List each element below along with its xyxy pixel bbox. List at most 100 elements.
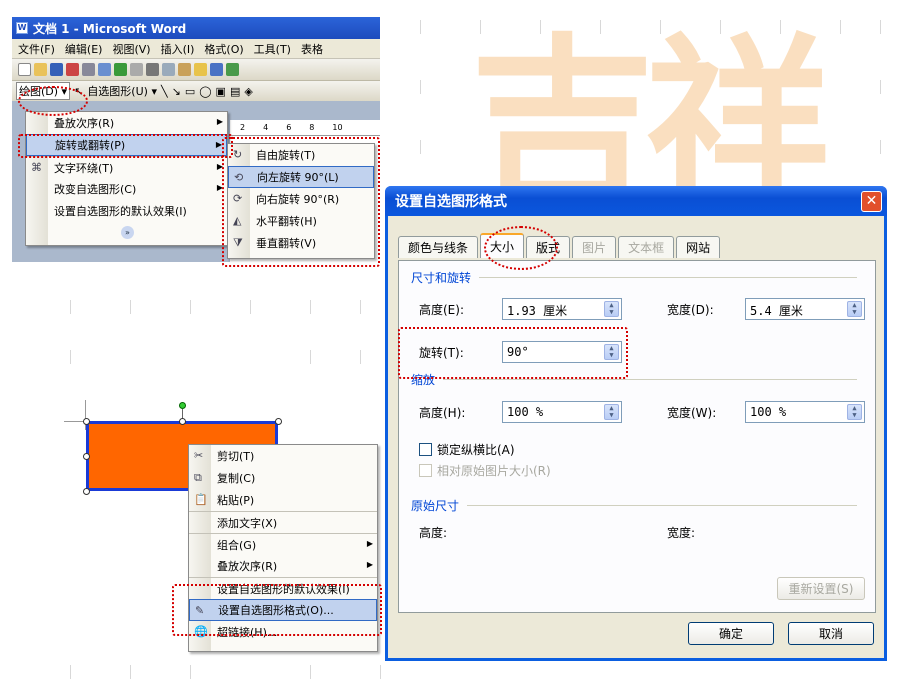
grid-tick (360, 300, 361, 314)
ok-button[interactable]: 确定 (688, 622, 774, 645)
menu-item-rotate-left[interactable]: ⟲ 向左旋转 90°(L) (228, 166, 374, 188)
menu-item-flip-vertical[interactable]: ⧩ 垂直翻转(V) (228, 232, 374, 254)
rotation-handle[interactable] (179, 402, 186, 409)
print-icon[interactable] (82, 63, 95, 76)
close-icon[interactable]: ✕ (861, 191, 882, 212)
permission-icon[interactable] (66, 63, 79, 76)
research-icon[interactable] (130, 63, 143, 76)
tab-size[interactable]: 大小 (480, 233, 525, 258)
save-icon[interactable] (50, 63, 63, 76)
selection-handle[interactable] (83, 418, 90, 425)
expand-chevron-icon[interactable]: » (121, 226, 134, 239)
word-title: 文档 1 - Microsoft Word (33, 21, 187, 36)
menu-file[interactable]: 文件(F) (18, 41, 55, 57)
selection-handle[interactable] (275, 418, 282, 425)
ruler-mark: 2 (240, 123, 246, 132)
redo-icon[interactable] (226, 63, 239, 76)
menu-item-hyperlink[interactable]: 🌐 超链接(H)... (189, 621, 377, 643)
new-icon[interactable] (18, 63, 31, 76)
scale-width-field[interactable]: 100 % ▲ ▼ (745, 401, 865, 423)
menu-item-flip-horizontal[interactable]: ◭ 水平翻转(H) (228, 210, 374, 232)
menu-item-label: 设置自选图形的默认效果(I) (217, 582, 350, 596)
spinner-icon[interactable]: ▲ ▼ (604, 404, 619, 420)
menu-format[interactable]: 格式(O) (204, 41, 243, 57)
format-painter-icon[interactable] (194, 63, 207, 76)
menu-item-label: 叠放次序(R) (54, 117, 115, 130)
ruler-mark: 8 (309, 123, 315, 132)
lock-ratio-checkbox[interactable]: 锁定纵横比(A) (419, 441, 515, 458)
menu-edit[interactable]: 编辑(E) (65, 41, 103, 57)
grid-tick (310, 665, 311, 679)
spinner-icon[interactable]: ▲ ▼ (604, 301, 619, 317)
undo-icon[interactable] (210, 63, 223, 76)
line-icon[interactable]: ╲ (161, 85, 168, 98)
grid-tick (360, 350, 361, 364)
autoshapes-button[interactable]: 自选图形(U) ▾ (87, 83, 157, 99)
open-icon[interactable] (34, 63, 47, 76)
grid-tick (310, 300, 311, 314)
menu-item-cut[interactable]: ✂ 剪切(T) (189, 445, 377, 467)
tab-layout[interactable]: 版式 (526, 236, 571, 258)
menu-item-paste[interactable]: 📋 粘贴(P) (189, 489, 377, 511)
menu-item-label: 垂直翻转(V) (256, 237, 317, 250)
copy-icon[interactable] (162, 63, 175, 76)
menu-item-change-shape[interactable]: 改变自选图形(C) ▶ (26, 178, 227, 200)
ruler-mark: 6 (286, 123, 292, 132)
spinner-icon[interactable]: ▲ ▼ (847, 301, 862, 317)
selection-handle[interactable] (83, 453, 90, 460)
menu-view[interactable]: 视图(V) (112, 41, 150, 57)
width-field[interactable]: 5.4 厘米 ▲ ▼ (745, 298, 865, 320)
clipboard-icon: 📋 (194, 493, 208, 506)
cancel-button[interactable]: 取消 (788, 622, 874, 645)
preview-icon[interactable] (98, 63, 111, 76)
diagram-icon[interactable]: ◈ (244, 85, 252, 98)
menu-item-order[interactable]: 叠放次序(R) ▶ (189, 555, 377, 577)
select-arrow-icon[interactable]: ↖ (74, 85, 83, 98)
menu-item-set-default[interactable]: 设置自选图形的默认效果(I) (26, 200, 227, 222)
menu-item-rotate-flip[interactable]: 旋转或翻转(P) ▶ (26, 134, 227, 156)
menu-item-label: 超链接(H)... (217, 626, 278, 639)
selection-handle[interactable] (83, 488, 90, 495)
rotate-field[interactable]: 90° ▲ ▼ (502, 341, 622, 363)
arrow-icon[interactable]: ↘ (172, 85, 181, 98)
rotate-value: 90° (507, 345, 529, 359)
menu-item-text-wrap[interactable]: ⌘ 文字环绕(T) ▶ (26, 156, 227, 178)
menu-item-add-text[interactable]: 添加文字(X) (189, 511, 377, 533)
word-titlebar: W 文档 1 - Microsoft Word (12, 17, 380, 39)
tab-colors-lines[interactable]: 颜色与线条 (398, 236, 479, 258)
scale-height-field[interactable]: 100 % ▲ ▼ (502, 401, 622, 423)
submenu-arrow-icon: ▶ (366, 560, 373, 569)
paste-icon[interactable] (178, 63, 191, 76)
spinner-icon[interactable]: ▲ ▼ (604, 344, 619, 360)
menu-item-format-shape[interactable]: ✎ 设置自选图形格式(O)... (189, 599, 377, 621)
menu-insert[interactable]: 插入(I) (161, 41, 195, 57)
menu-item-free-rotate[interactable]: ↻ 自由旋转(T) (228, 144, 374, 166)
menu-item-copy[interactable]: ⧉ 复制(C) (189, 467, 377, 489)
draw-button[interactable]: 绘图(D) ▾ (16, 82, 71, 100)
rotate-right-icon: ⟳ (233, 192, 243, 205)
spinner-icon[interactable]: ▲ ▼ (847, 404, 862, 420)
grid-tick (190, 665, 191, 679)
oval-icon[interactable]: ◯ (199, 85, 211, 98)
grid-tick (720, 20, 721, 34)
selection-handle[interactable] (179, 418, 186, 425)
tab-web[interactable]: 网站 (676, 236, 721, 258)
picture-icon[interactable]: ▤ (230, 85, 240, 98)
cut-icon[interactable] (146, 63, 159, 76)
menu-table[interactable]: 表格 (301, 41, 323, 57)
menu-item-set-default[interactable]: 设置自选图形的默认效果(I) (189, 577, 377, 599)
checkbox-box[interactable] (419, 443, 432, 456)
height-field[interactable]: 1.93 厘米 ▲ ▼ (502, 298, 622, 320)
rotate-left-icon: ⟲ (234, 171, 244, 184)
rectangle-icon[interactable]: ▭ (185, 85, 195, 98)
grid-tick (420, 140, 421, 154)
spelling-icon[interactable] (114, 63, 127, 76)
menu-item-order[interactable]: 叠放次序(R) ▶ (26, 112, 227, 134)
rotate-submenu: ↻ 自由旋转(T) ⟲ 向左旋转 90°(L) ⟳ 向右旋转 90°(R) ◭ 水平翻转… (227, 143, 375, 259)
menu-tools[interactable]: 工具(T) (254, 41, 291, 57)
menu-item-rotate-right[interactable]: ⟳ 向右旋转 90°(R) (228, 188, 374, 210)
menu-item-group[interactable]: 组合(G) ▶ (189, 533, 377, 555)
flip-vertical-icon: ⧩ (233, 236, 243, 249)
textbox-icon[interactable]: ▣ (216, 85, 226, 98)
dialog-tabs: 颜色与线条 大小 版式 图片 文本框 网站 (398, 233, 721, 258)
